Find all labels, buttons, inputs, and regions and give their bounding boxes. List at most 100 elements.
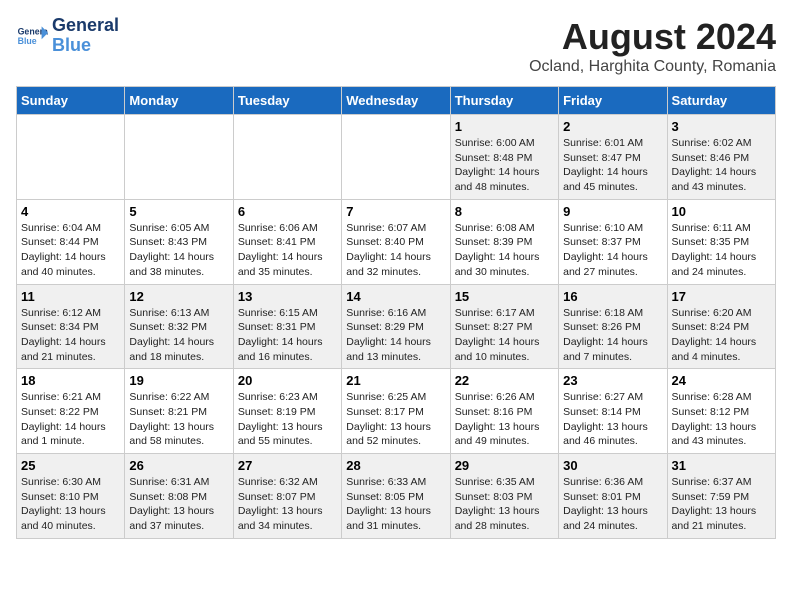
- day-number: 16: [563, 289, 662, 304]
- day-cell: 21 Sunrise: 6:25 AM Sunset: 8:17 PM Dayli…: [342, 369, 450, 454]
- day-cell: 29Sunrise: 6:35 AM Sunset: 8:03 PM Dayli…: [450, 454, 558, 539]
- day-number: 10: [672, 204, 771, 219]
- day-number: 26: [129, 458, 228, 473]
- day-number: 3: [672, 119, 771, 134]
- day-info: Sunrise: 6:35 AM Sunset: 8:03 PM Dayligh…: [455, 475, 554, 534]
- week-row-5: 25 Sunrise: 6:30 AM Sunset: 8:10 PM Dayli…: [17, 454, 776, 539]
- week-row-1: 1Sunrise: 6:00 AM Sunset: 8:48 PM Daylig…: [17, 115, 776, 200]
- day-number: 12: [129, 289, 228, 304]
- day-cell: 8Sunrise: 6:08 AM Sunset: 8:39 PM Daylig…: [450, 199, 558, 284]
- day-cell: 6 Sunrise: 6:06 AM Sunset: 8:41 PM Daylig…: [233, 199, 341, 284]
- day-cell: 17 Sunrise: 6:20 AM Sunset: 8:24 PM Dayli…: [667, 284, 775, 369]
- subtitle: Ocland, Harghita County, Romania: [529, 58, 776, 76]
- col-header-sunday: Sunday: [17, 87, 125, 115]
- day-info: Sunrise: 6:12 AM Sunset: 8:34 PM Dayligh…: [21, 306, 120, 365]
- col-header-monday: Monday: [125, 87, 233, 115]
- day-cell: 16 Sunrise: 6:18 AM Sunset: 8:26 PM Dayli…: [559, 284, 667, 369]
- day-number: 14: [346, 289, 445, 304]
- day-cell: [17, 115, 125, 200]
- col-header-tuesday: Tuesday: [233, 87, 341, 115]
- day-cell: 15 Sunrise: 6:17 AM Sunset: 8:27 PM Dayli…: [450, 284, 558, 369]
- day-number: 15: [455, 289, 554, 304]
- day-number: 22: [455, 373, 554, 388]
- day-cell: 10 Sunrise: 6:11 AM Sunset: 8:35 PM Dayli…: [667, 199, 775, 284]
- day-info: Sunrise: 6:01 AM Sunset: 8:47 PM Dayligh…: [563, 136, 662, 195]
- day-info: Sunrise: 6:17 AM Sunset: 8:27 PM Dayligh…: [455, 306, 554, 365]
- logo-line2: Blue: [52, 35, 91, 55]
- day-info: Sunrise: 6:25 AM Sunset: 8:17 PM Dayligh…: [346, 390, 445, 449]
- day-cell: 30Sunrise: 6:36 AM Sunset: 8:01 PM Dayli…: [559, 454, 667, 539]
- day-info: Sunrise: 6:23 AM Sunset: 8:19 PM Dayligh…: [238, 390, 337, 449]
- logo-line1: General: [52, 16, 119, 36]
- day-cell: 1Sunrise: 6:00 AM Sunset: 8:48 PM Daylig…: [450, 115, 558, 200]
- day-info: Sunrise: 6:37 AM Sunset: 7:59 PM Dayligh…: [672, 475, 771, 534]
- day-number: 30: [563, 458, 662, 473]
- col-header-wednesday: Wednesday: [342, 87, 450, 115]
- day-info: Sunrise: 6:28 AM Sunset: 8:12 PM Dayligh…: [672, 390, 771, 449]
- day-number: 27: [238, 458, 337, 473]
- day-info: Sunrise: 6:33 AM Sunset: 8:05 PM Dayligh…: [346, 475, 445, 534]
- day-cell: 9 Sunrise: 6:10 AM Sunset: 8:37 PM Daylig…: [559, 199, 667, 284]
- day-cell: 23Sunrise: 6:27 AM Sunset: 8:14 PM Dayli…: [559, 369, 667, 454]
- calendar-header-row: SundayMondayTuesdayWednesdayThursdayFrid…: [17, 87, 776, 115]
- day-cell: 20 Sunrise: 6:23 AM Sunset: 8:19 PM Dayli…: [233, 369, 341, 454]
- day-cell: 2 Sunrise: 6:01 AM Sunset: 8:47 PM Daylig…: [559, 115, 667, 200]
- week-row-4: 18 Sunrise: 6:21 AM Sunset: 8:22 PM Dayli…: [17, 369, 776, 454]
- day-info: Sunrise: 6:21 AM Sunset: 8:22 PM Dayligh…: [21, 390, 120, 449]
- day-info: Sunrise: 6:15 AM Sunset: 8:31 PM Dayligh…: [238, 306, 337, 365]
- day-cell: 11Sunrise: 6:12 AM Sunset: 8:34 PM Dayli…: [17, 284, 125, 369]
- day-info: Sunrise: 6:07 AM Sunset: 8:40 PM Dayligh…: [346, 221, 445, 280]
- day-number: 23: [563, 373, 662, 388]
- day-number: 19: [129, 373, 228, 388]
- day-number: 2: [563, 119, 662, 134]
- day-cell: 3Sunrise: 6:02 AM Sunset: 8:46 PM Daylig…: [667, 115, 775, 200]
- day-info: Sunrise: 6:31 AM Sunset: 8:08 PM Dayligh…: [129, 475, 228, 534]
- day-number: 6: [238, 204, 337, 219]
- logo-text: General Blue: [52, 16, 119, 56]
- day-number: 7: [346, 204, 445, 219]
- col-header-friday: Friday: [559, 87, 667, 115]
- day-cell: 31 Sunrise: 6:37 AM Sunset: 7:59 PM Dayli…: [667, 454, 775, 539]
- day-info: Sunrise: 6:18 AM Sunset: 8:26 PM Dayligh…: [563, 306, 662, 365]
- day-info: Sunrise: 6:11 AM Sunset: 8:35 PM Dayligh…: [672, 221, 771, 280]
- calendar-table: SundayMondayTuesdayWednesdayThursdayFrid…: [16, 86, 776, 539]
- day-number: 31: [672, 458, 771, 473]
- day-number: 17: [672, 289, 771, 304]
- day-cell: 22Sunrise: 6:26 AM Sunset: 8:16 PM Dayli…: [450, 369, 558, 454]
- header: General Blue General Blue August 2024 Oc…: [16, 16, 776, 76]
- day-number: 24: [672, 373, 771, 388]
- day-number: 13: [238, 289, 337, 304]
- col-header-thursday: Thursday: [450, 87, 558, 115]
- day-cell: 4Sunrise: 6:04 AM Sunset: 8:44 PM Daylig…: [17, 199, 125, 284]
- week-row-3: 11Sunrise: 6:12 AM Sunset: 8:34 PM Dayli…: [17, 284, 776, 369]
- day-number: 28: [346, 458, 445, 473]
- day-info: Sunrise: 6:30 AM Sunset: 8:10 PM Dayligh…: [21, 475, 120, 534]
- day-cell: 14Sunrise: 6:16 AM Sunset: 8:29 PM Dayli…: [342, 284, 450, 369]
- title-area: August 2024 Ocland, Harghita County, Rom…: [529, 16, 776, 76]
- day-cell: 18 Sunrise: 6:21 AM Sunset: 8:22 PM Dayli…: [17, 369, 125, 454]
- day-number: 9: [563, 204, 662, 219]
- day-cell: 13 Sunrise: 6:15 AM Sunset: 8:31 PM Dayli…: [233, 284, 341, 369]
- logo-icon: General Blue: [16, 20, 48, 52]
- day-cell: 25 Sunrise: 6:30 AM Sunset: 8:10 PM Dayli…: [17, 454, 125, 539]
- day-info: Sunrise: 6:06 AM Sunset: 8:41 PM Dayligh…: [238, 221, 337, 280]
- day-info: Sunrise: 6:10 AM Sunset: 8:37 PM Dayligh…: [563, 221, 662, 280]
- day-number: 18: [21, 373, 120, 388]
- logo: General Blue General Blue: [16, 16, 119, 56]
- day-cell: 7 Sunrise: 6:07 AM Sunset: 8:40 PM Daylig…: [342, 199, 450, 284]
- svg-text:Blue: Blue: [18, 36, 37, 46]
- day-number: 20: [238, 373, 337, 388]
- day-info: Sunrise: 6:20 AM Sunset: 8:24 PM Dayligh…: [672, 306, 771, 365]
- day-info: Sunrise: 6:22 AM Sunset: 8:21 PM Dayligh…: [129, 390, 228, 449]
- day-number: 8: [455, 204, 554, 219]
- day-number: 25: [21, 458, 120, 473]
- day-cell: [233, 115, 341, 200]
- day-cell: 27Sunrise: 6:32 AM Sunset: 8:07 PM Dayli…: [233, 454, 341, 539]
- day-cell: 26 Sunrise: 6:31 AM Sunset: 8:08 PM Dayli…: [125, 454, 233, 539]
- day-number: 1: [455, 119, 554, 134]
- day-info: Sunrise: 6:04 AM Sunset: 8:44 PM Dayligh…: [21, 221, 120, 280]
- day-cell: [342, 115, 450, 200]
- day-cell: 12Sunrise: 6:13 AM Sunset: 8:32 PM Dayli…: [125, 284, 233, 369]
- day-number: 21: [346, 373, 445, 388]
- day-cell: 19 Sunrise: 6:22 AM Sunset: 8:21 PM Dayli…: [125, 369, 233, 454]
